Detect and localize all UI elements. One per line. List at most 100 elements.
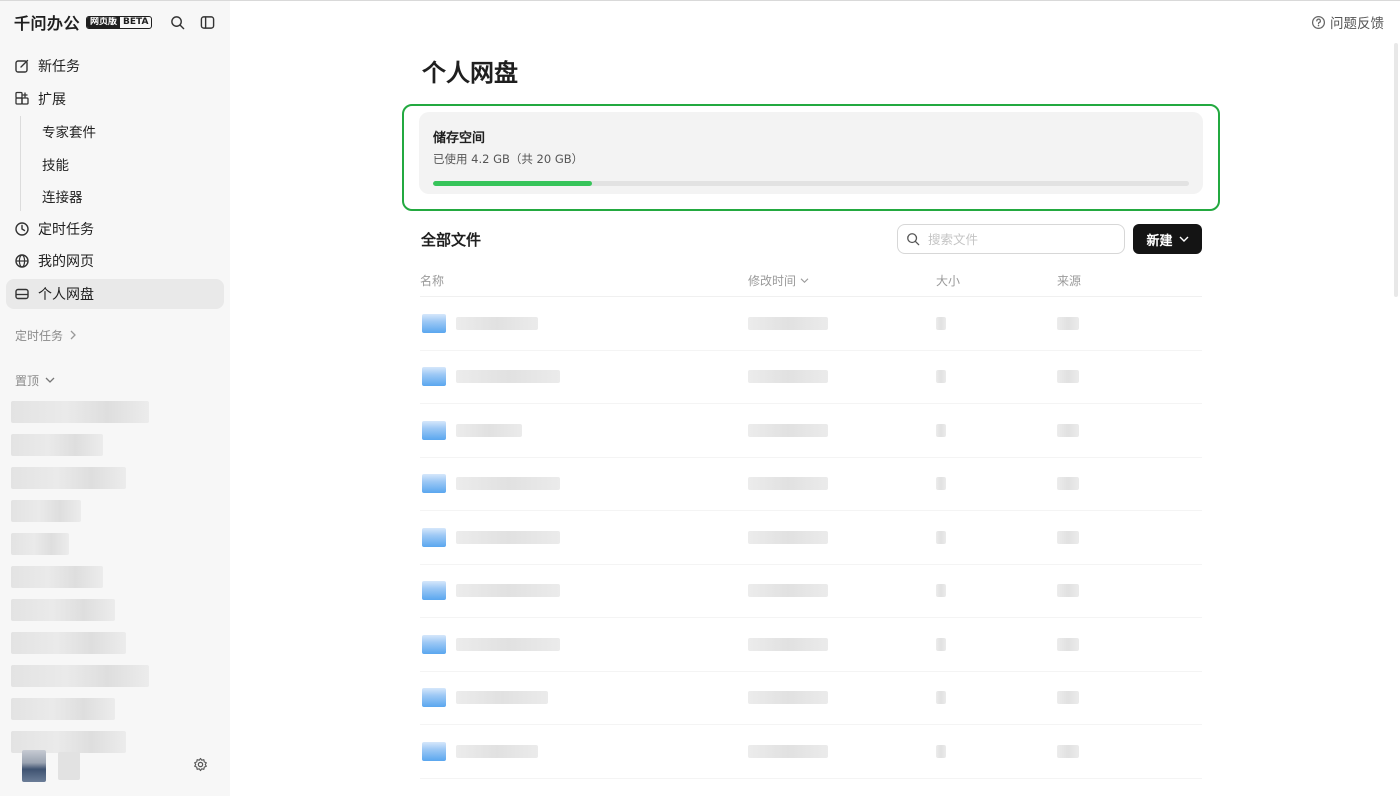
file-modified — [748, 423, 828, 437]
search-box[interactable] — [897, 224, 1125, 254]
column-header-source[interactable]: 来源 — [1057, 272, 1197, 289]
table-row[interactable] — [420, 297, 1202, 351]
file-size — [936, 423, 946, 437]
cell-size — [936, 584, 1057, 598]
sidebar-footer — [22, 750, 208, 782]
cell-modified — [748, 423, 936, 437]
globe-icon — [15, 254, 29, 268]
section-pinned[interactable]: 置顶 — [0, 372, 230, 389]
cell-size — [936, 477, 1057, 491]
sidebar-item-my-pages[interactable]: 我的网页 — [6, 246, 224, 276]
column-header-size[interactable]: 大小 — [936, 272, 1057, 289]
list-item[interactable] — [11, 565, 103, 588]
column-header-name[interactable]: 名称 — [420, 272, 748, 289]
cell-source — [1057, 691, 1197, 705]
sidebar-toggle-icon[interactable] — [198, 13, 216, 31]
column-header-label: 修改时间 — [748, 274, 797, 288]
search-input[interactable] — [928, 231, 1108, 247]
sidebar-subitem-skills[interactable]: 技能 — [21, 149, 224, 179]
table-row[interactable] — [420, 458, 1202, 511]
table-row[interactable] — [420, 351, 1202, 404]
list-item[interactable] — [11, 664, 149, 687]
table-row[interactable] — [420, 404, 1202, 458]
cell-source — [1057, 584, 1197, 598]
folder-icon — [422, 688, 446, 708]
file-source — [1057, 316, 1079, 330]
table-row[interactable] — [420, 511, 1202, 565]
list-item[interactable] — [11, 631, 126, 654]
drive-content: 个人网盘 储存空间 已使用 4.2 GB（共 20 GB） 全部文件 新建 — [402, 53, 1220, 779]
cell-name — [420, 688, 748, 708]
cell-name — [420, 474, 748, 494]
list-item[interactable] — [11, 433, 103, 456]
folder-icon — [422, 741, 446, 761]
sidebar-item-extensions[interactable]: 扩展 — [6, 84, 224, 114]
list-item[interactable] — [11, 598, 115, 621]
sidebar-item-personal-drive[interactable]: 个人网盘 — [6, 278, 224, 309]
cell-source — [1057, 423, 1197, 437]
table-row[interactable] — [420, 618, 1202, 672]
section-scheduled-tasks[interactable]: 定时任务 — [0, 327, 230, 344]
search-icon — [907, 233, 920, 246]
brand-name: 千问办公 — [14, 14, 81, 33]
cell-name — [420, 420, 748, 440]
cell-source — [1057, 744, 1197, 758]
file-size — [936, 477, 946, 491]
file-name — [456, 477, 560, 491]
cell-name — [420, 367, 748, 387]
sidebar: 千问办公 网页版 BETA 新任务 扩展 专家套件 技能 连接器 定时任务 我的… — [0, 1, 230, 796]
files-title: 全部文件 — [421, 230, 482, 249]
storage-highlight: 储存空间 已使用 4.2 GB（共 20 GB） — [402, 104, 1220, 211]
list-item[interactable] — [11, 532, 69, 555]
column-header-modified[interactable]: 修改时间 — [748, 272, 936, 289]
brand-badge: 网页版 BETA — [86, 15, 153, 29]
sidebar-item-scheduled-tasks[interactable]: 定时任务 — [6, 214, 224, 244]
folder-icon — [422, 420, 446, 440]
avatar[interactable] — [22, 750, 46, 782]
folder-icon — [422, 474, 446, 494]
storage-progress-bar — [433, 181, 1189, 186]
list-item[interactable] — [11, 697, 115, 720]
feedback-label: 问题反馈 — [1330, 16, 1384, 32]
sidebar-subitem-expert-kit[interactable]: 专家套件 — [21, 116, 224, 146]
cell-modified — [748, 370, 936, 384]
cell-name — [420, 581, 748, 601]
file-name — [456, 530, 560, 544]
sidebar-item-label: 我的网页 — [38, 254, 94, 270]
scrollbar[interactable] — [1394, 43, 1398, 297]
storage-title: 储存空间 — [433, 131, 486, 146]
gear-icon[interactable] — [193, 757, 208, 776]
list-item[interactable] — [11, 499, 81, 522]
sidebar-nav: 新任务 扩展 专家套件 技能 连接器 定时任务 我的网页 个人网盘 — [0, 51, 230, 309]
file-name — [456, 691, 548, 705]
brand-badge-primary: 网页版 — [87, 16, 121, 28]
cell-size — [936, 423, 1057, 437]
cell-size — [936, 316, 1057, 330]
cell-source — [1057, 530, 1197, 544]
sidebar-item-label: 个人网盘 — [38, 286, 94, 303]
file-modified — [748, 637, 828, 651]
table-row[interactable] — [420, 725, 1202, 779]
sidebar-subitem-connectors[interactable]: 连接器 — [21, 181, 224, 211]
sidebar-item-new-task[interactable]: 新任务 — [6, 51, 224, 81]
cell-modified — [748, 691, 936, 705]
storage-card: 储存空间 已使用 4.2 GB（共 20 GB） — [419, 112, 1203, 194]
file-source — [1057, 637, 1079, 651]
file-modified — [748, 584, 828, 598]
storage-usage-text: 已使用 4.2 GB（共 20 GB） — [433, 152, 584, 166]
feedback-button[interactable]: 问题反馈 — [1311, 12, 1384, 32]
column-header-label: 来源 — [1057, 274, 1082, 288]
chevron-down-icon — [1179, 236, 1188, 242]
list-item[interactable] — [11, 466, 126, 489]
file-modified — [748, 691, 828, 705]
file-modified — [748, 530, 828, 544]
table-row[interactable] — [420, 565, 1202, 618]
list-item[interactable] — [11, 400, 149, 423]
file-size — [936, 584, 946, 598]
new-button[interactable]: 新建 — [1133, 224, 1202, 254]
table-row[interactable] — [420, 672, 1202, 725]
brand-bar: 千问办公 网页版 BETA — [0, 1, 230, 43]
folder-icon — [422, 313, 446, 333]
brand-badge-secondary: BETA — [123, 16, 149, 27]
search-icon[interactable] — [168, 13, 186, 31]
